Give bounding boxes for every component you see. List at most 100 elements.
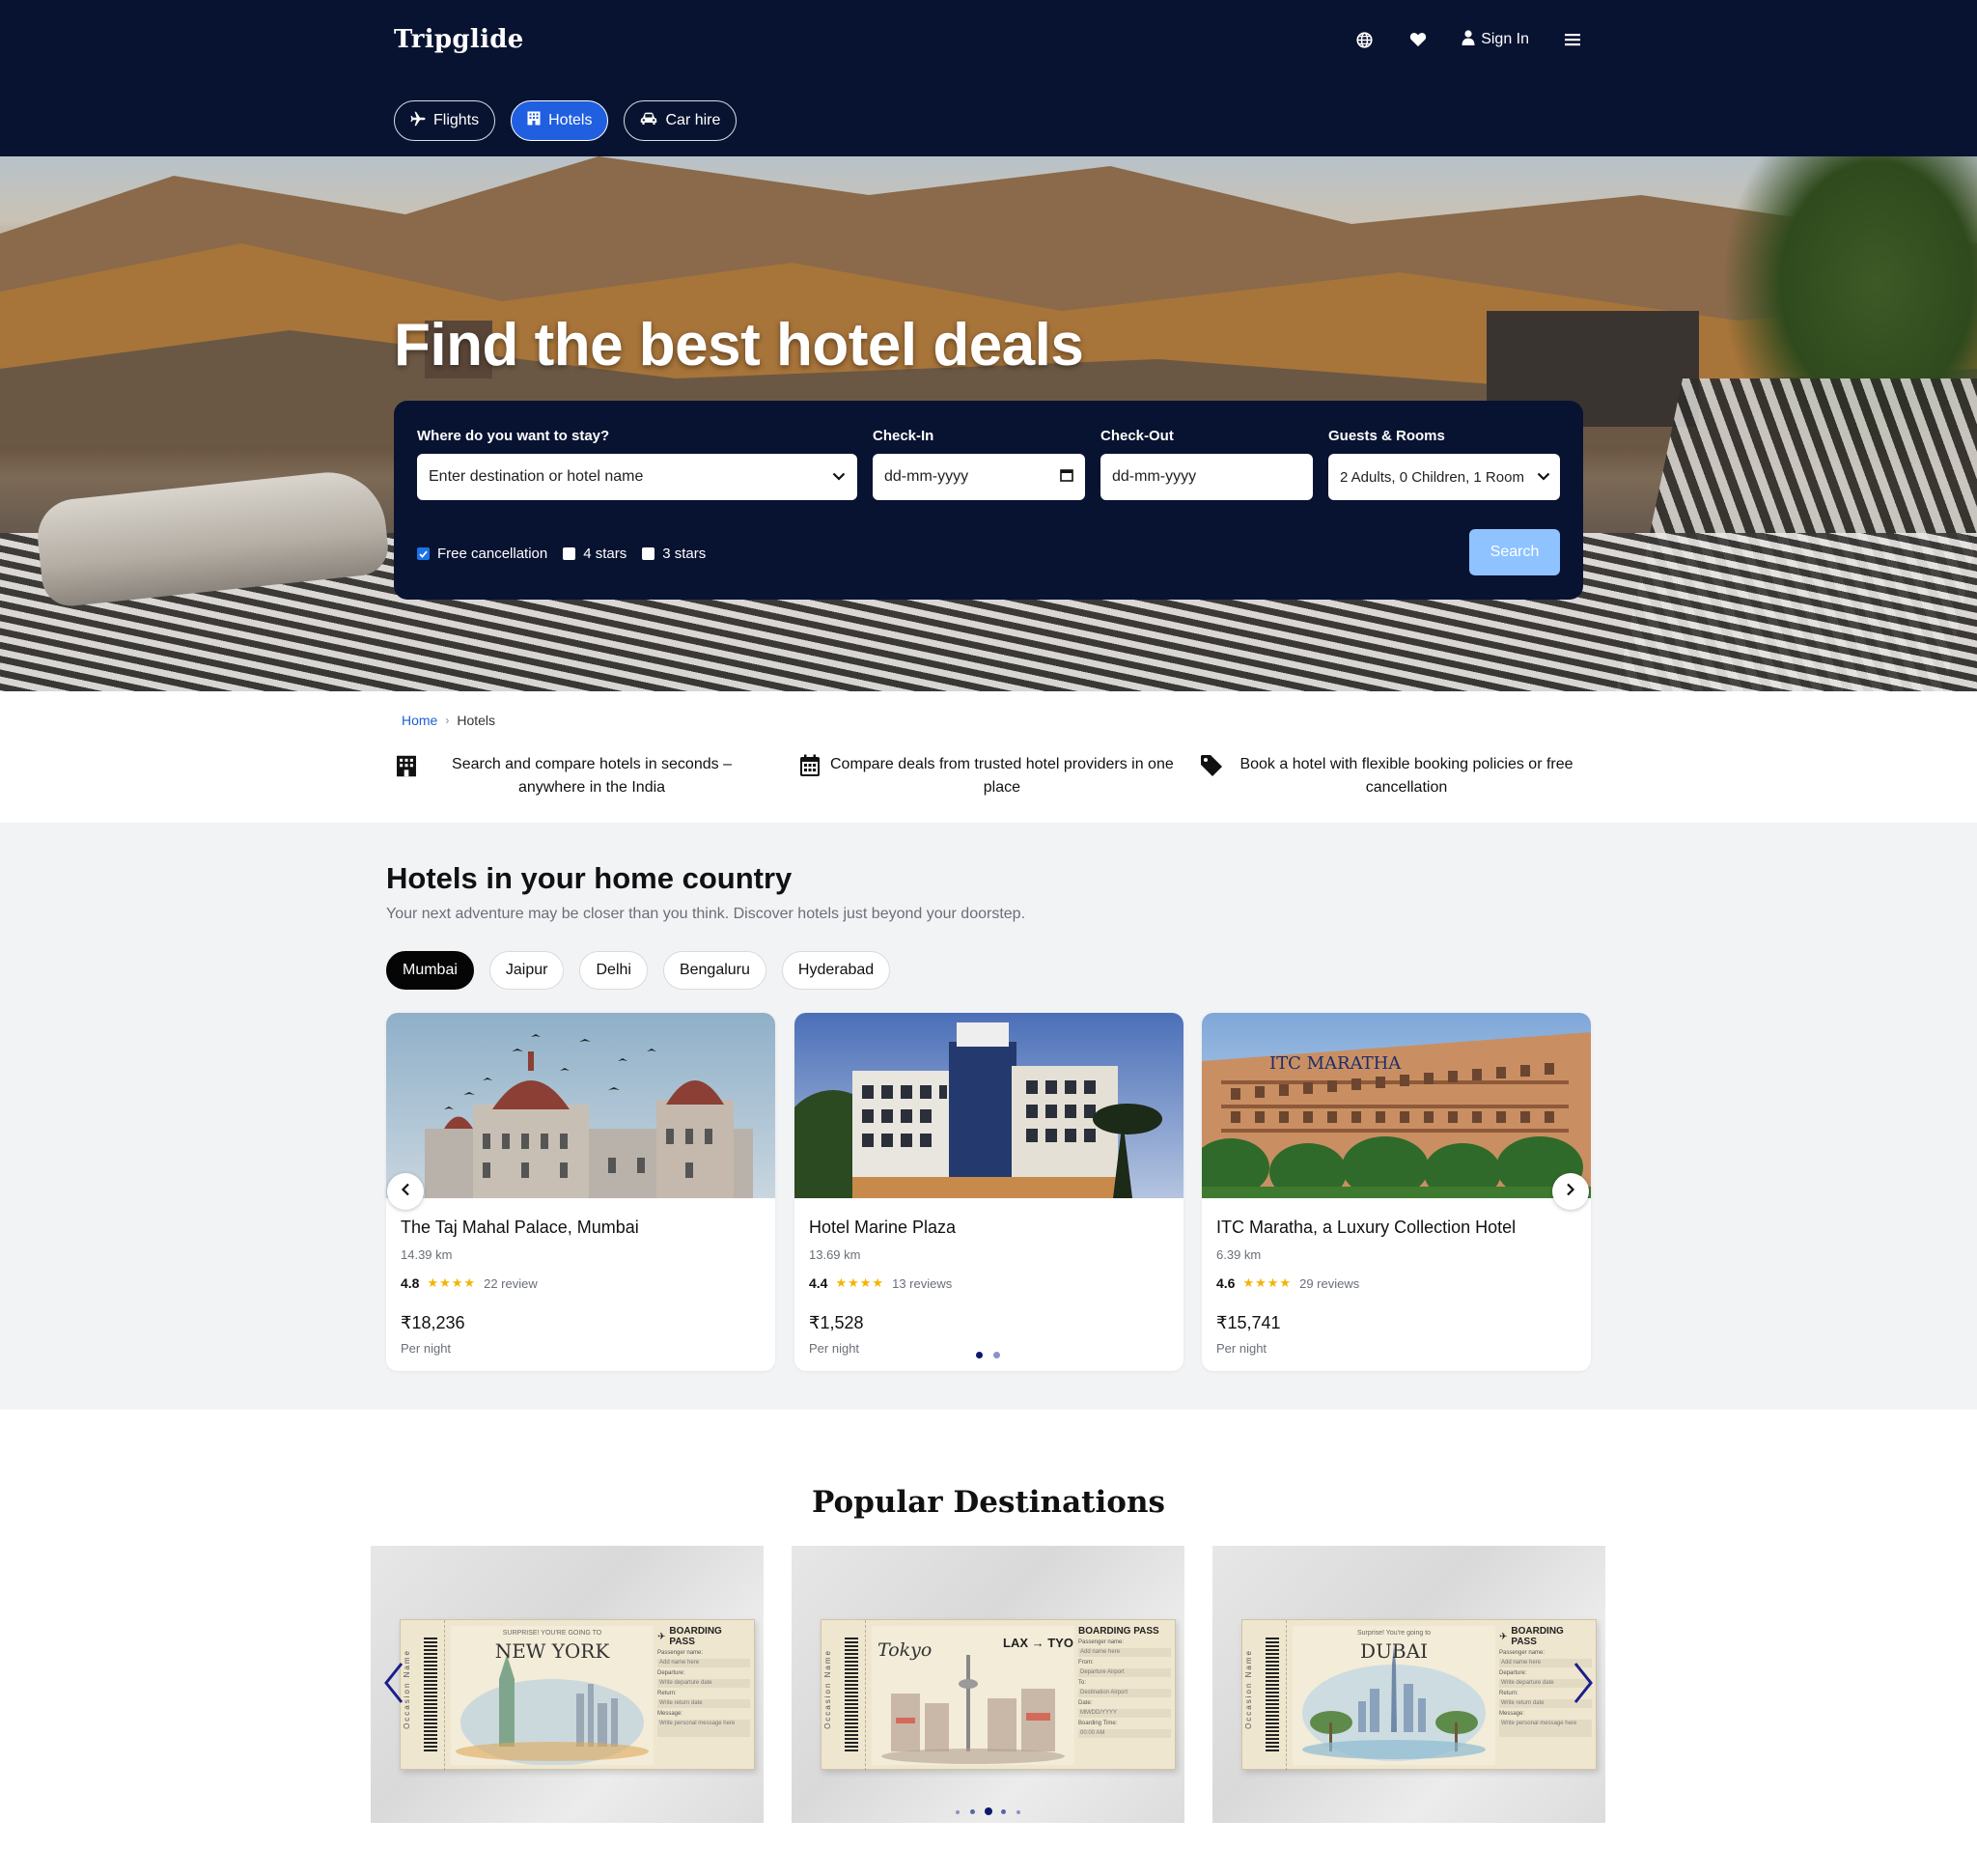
occasion-name: Occasion Name [1244,1649,1253,1729]
carousel-dot[interactable] [1001,1809,1006,1814]
hotel-name[interactable]: Hotel Marine Plaza [809,1218,956,1238]
barcode-icon [1266,1638,1279,1753]
star-icon: ★★★★ [1242,1275,1293,1290]
hotel-name[interactable]: The Taj Mahal Palace, Mumbai [401,1218,639,1238]
destination-card[interactable]: Occasion Name Tokyo LAX → TYO BOARDING P… [792,1546,1184,1823]
barcode-icon [424,1638,437,1753]
city-pill-jaipur[interactable]: Jaipur [488,951,565,990]
hotel-distance: 6.39 km [1216,1247,1262,1262]
three-stars-label: 3 stars [662,546,707,562]
calendar-icon[interactable] [1060,468,1073,487]
product-tabs: Flights Hotels Car hire [394,100,738,141]
destination-placeholder: Enter destination or hotel name [429,468,644,485]
ticket-city: Tokyo [877,1639,933,1661]
free-cancellation-checkbox[interactable]: Free cancellation [417,546,547,562]
breadcrumb: Home › Hotels [402,713,495,728]
destination-label: Where do you want to stay? [417,428,610,444]
hotel-photo: ITC MARATHA [1202,1013,1591,1198]
chevron-right-icon: › [445,714,450,727]
menu-icon[interactable] [1562,29,1583,50]
feature-text: Compare deals from trusted hotel provide… [830,756,1174,796]
chevron-right-icon [1566,1183,1575,1201]
checkout-placeholder: dd-mm-yyyy [1112,468,1197,485]
tab-flights[interactable]: Flights [394,100,496,141]
search-filters: Free cancellation 4 stars 3 stars [417,546,706,562]
four-stars-checkbox[interactable]: 4 stars [563,546,627,562]
hotel-rating: 4.6 ★★★★ 29 reviews [1216,1275,1359,1291]
ticket-tagline: Surprise! You're going to [1356,1630,1432,1637]
tab-flights-label: Flights [433,112,480,128]
hotel-card[interactable]: The Taj Mahal Palace, Mumbai 14.39 km 4.… [386,1013,775,1371]
ticket-tagline: SURPRISE! YOU'RE GOING TO [502,1630,602,1637]
carousel-dot-active[interactable] [985,1807,992,1815]
boarding-pass-image: Occasion Name SURPRISE! YOU'RE GOING TO … [400,1619,755,1771]
star-icon: ★★★★ [835,1275,885,1290]
checkin-date-input[interactable]: dd-mm-yyyy [873,454,1085,500]
section-subtitle: Your next adventure may be closer than y… [386,906,1026,922]
globe-icon[interactable] [1353,29,1375,50]
hotel-price: ₹18,236 [401,1313,465,1332]
hotel-card[interactable]: Hotel Marine Plaza 13.69 km 4.4 ★★★★ 13 … [794,1013,1183,1371]
carousel-dot[interactable] [1016,1810,1020,1814]
svg-text:ITC MARATHA: ITC MARATHA [1269,1053,1402,1074]
checkout-date-input[interactable]: dd-mm-yyyy [1100,454,1313,500]
feature-search-compare: Search and compare hotels in seconds – a… [394,753,751,799]
carousel-dot-active[interactable] [976,1352,983,1358]
tab-hotels[interactable]: Hotels [511,100,609,141]
destination-card[interactable]: Occasion Name Surprise! You're going to … [1212,1546,1605,1823]
hotel-photo [386,1013,775,1198]
car-icon [640,112,657,130]
ticket-city: NEW YORK [494,1639,610,1663]
city-filter-pills: Mumbai Jaipur Delhi Bengaluru Hyderabad [386,951,891,990]
city-pill-mumbai[interactable]: Mumbai [386,951,474,990]
three-stars-checkbox[interactable]: 3 stars [642,546,706,562]
hotel-card[interactable]: ITC MARATHA ITC Maratha, a Luxury Collec… [1202,1013,1591,1371]
rating-score: 4.8 [401,1275,420,1291]
price-unit: Per night [809,1341,860,1356]
popular-destinations-title: Popular Destinations [812,1485,1165,1520]
review-count: 22 review [484,1275,538,1291]
free-cancellation-label: Free cancellation [437,546,548,562]
hotel-price: ₹1,528 [809,1313,864,1332]
hotel-search-form: Where do you want to stay? Enter destina… [394,401,1583,600]
section-title: Hotels in your home country [386,861,793,895]
city-pill-delhi[interactable]: Delhi [579,951,648,990]
brand-logo[interactable]: Tripglide [394,25,524,54]
header-actions: Sign In [1353,29,1583,50]
sign-in-label: Sign In [1481,31,1529,47]
carousel-dot[interactable] [970,1809,975,1814]
boarding-pass-image: Occasion Name Tokyo LAX → TYO BOARDING P… [821,1619,1176,1771]
barcode-icon [845,1638,858,1753]
hotel-rating: 4.4 ★★★★ 13 reviews [809,1275,952,1291]
destinations-next-button[interactable] [1569,1661,1598,1709]
plane-icon: ✈ [657,1631,666,1642]
sign-in-button[interactable]: Sign In [1462,29,1529,50]
checkbox-unchecked-icon [563,547,576,560]
calendar-icon [797,753,822,778]
tab-car-hire[interactable]: Car hire [624,100,738,141]
heart-icon[interactable] [1407,29,1429,50]
carousel-dot[interactable] [956,1810,960,1814]
carousel-next-button[interactable] [1552,1173,1589,1210]
carousel-dot[interactable] [993,1352,1000,1358]
destinations-prev-button[interactable] [379,1661,408,1709]
guests-rooms-label: Guests & Rooms [1328,428,1445,444]
hero-banner: Find the best hotel deals Where do you w… [0,156,1977,691]
breadcrumb-home-link[interactable]: Home [402,713,437,728]
destination-input[interactable]: Enter destination or hotel name [417,454,857,500]
plane-icon [410,111,426,131]
checkin-placeholder: dd-mm-yyyy [884,468,969,485]
city-pill-hyderabad[interactable]: Hyderabad [781,951,891,990]
guests-rooms-select[interactable]: 2 Adults, 0 Children, 1 Room [1328,454,1560,500]
hotel-photo [794,1013,1183,1198]
hotel-price: ₹15,741 [1216,1313,1281,1332]
search-button[interactable]: Search [1469,529,1560,575]
hotel-name[interactable]: ITC Maratha, a Luxury Collection Hotel [1216,1218,1516,1238]
checkout-label: Check-Out [1100,428,1174,444]
occasion-name: Occasion Name [823,1649,832,1729]
review-count: 13 reviews [892,1275,953,1291]
carousel-prev-button[interactable] [387,1173,424,1210]
destination-card[interactable]: Occasion Name SURPRISE! YOU'RE GOING TO … [371,1546,764,1823]
city-pill-bengaluru[interactable]: Bengaluru [662,951,766,990]
rating-score: 4.4 [809,1275,828,1291]
